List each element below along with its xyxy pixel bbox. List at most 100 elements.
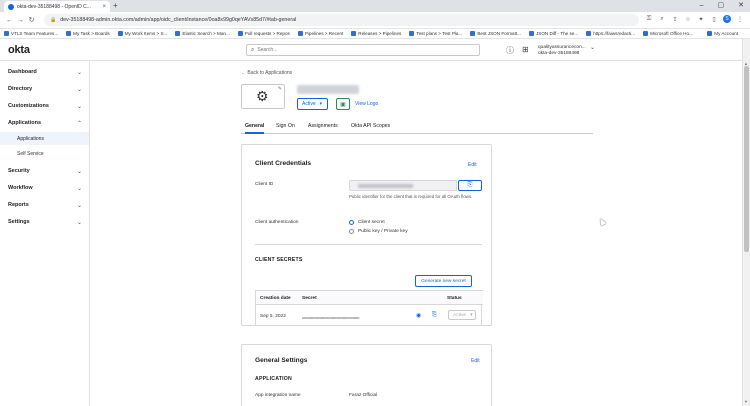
sidebar-item-reports[interactable]: Reports ⌄ — [0, 198, 89, 212]
okta-favicon-icon — [8, 3, 14, 10]
sidebar-subitem-applications[interactable]: Applications — [0, 132, 89, 145]
back-arrow-icon[interactable]: ← — [4, 17, 15, 24]
sidebar-item-security[interactable]: Security ⌄ — [0, 164, 89, 178]
bookmark-icon — [66, 31, 72, 36]
general-settings-title: General Settings — [255, 357, 308, 364]
client-id-blurred — [358, 184, 413, 188]
client-credentials-edit-link[interactable]: Edit — [468, 162, 477, 168]
search-input[interactable] — [257, 47, 458, 53]
copy-client-id-button[interactable]: ⎘ — [458, 180, 482, 191]
scroll-thumb[interactable] — [744, 66, 749, 252]
bookmark-item[interactable]: Best JSON Formatt... — [470, 31, 521, 36]
chevron-down-icon: ⌄ — [76, 103, 82, 110]
status-dropdown[interactable]: Active ▾ — [297, 98, 328, 110]
secret-status-dropdown[interactable]: Active ▾ — [448, 310, 476, 320]
help-icon[interactable]: ⓘ — [506, 45, 514, 56]
bookmarks-bar: VTLS Team Features... My Task > Boards M… — [0, 29, 750, 39]
bookmark-icon — [4, 31, 9, 36]
extensions-icon[interactable]: ✦ — [697, 16, 705, 23]
caret-down-icon: ▾ — [470, 312, 473, 318]
page-scrollbar[interactable]: ▲ ▼ — [742, 39, 750, 406]
key-icon[interactable]: ⚿ — [645, 16, 653, 23]
reload-icon[interactable]: ↻ — [26, 16, 37, 24]
clipboard-icon[interactable]: ⎘ — [432, 312, 437, 319]
new-tab-button[interactable]: + — [113, 1, 118, 11]
bookmark-icon — [409, 31, 415, 36]
bookmark-item[interactable]: https://faiwsredacti... — [586, 31, 635, 36]
chevron-down-icon: ⌄ — [76, 202, 82, 209]
sidebar-item-customizations[interactable]: Customizations ⌄ — [0, 99, 89, 113]
apps-grid-icon[interactable]: ⊞ — [522, 45, 529, 54]
chevron-down-icon: ⌄ — [76, 168, 82, 175]
app-integration-name-value: Faraz Official — [349, 393, 378, 398]
menu-kebab-icon[interactable]: ⋮ — [736, 16, 744, 23]
tab-okta-api-scopes[interactable]: Okta API Scopes — [351, 123, 390, 134]
tab-sign-on[interactable]: Sign On — [276, 123, 295, 134]
tab-assignments[interactable]: Assignments — [308, 123, 338, 134]
main-content: ← Back to Applications ⚙ ✎ Active ▾ ▣ Vi… — [91, 61, 742, 406]
bookmark-star-icon[interactable]: ☆ — [684, 16, 692, 23]
bookmark-my-account[interactable]: My Account — [707, 31, 738, 36]
zoom-icon[interactable]: ⌕ — [658, 16, 666, 23]
secret-creation-date: Sep 5, 2022 — [260, 314, 286, 319]
bookmark-item[interactable]: Releases > Pipelines — [351, 31, 401, 36]
eye-icon[interactable]: ◉ — [416, 312, 421, 319]
minimize-icon[interactable]: – — [700, 0, 704, 12]
chevron-down-icon: ⌄ — [76, 185, 82, 192]
close-tab-icon[interactable]: × — [102, 4, 106, 10]
bookmark-item[interactable]: Pull requests > Repos — [237, 31, 290, 36]
bookmark-item[interactable]: JSON Diff - The se... — [528, 31, 578, 36]
maximize-icon[interactable]: ▢ — [718, 0, 725, 12]
sidebar-item-directory[interactable]: Directory ⌄ — [0, 82, 89, 96]
bookmark-icon — [297, 31, 303, 36]
close-window-icon[interactable]: ✕ — [738, 0, 744, 12]
okta-header: okta ⌕ ⓘ ⊞ qualityassurancecon... okta-d… — [0, 39, 742, 61]
column-status: Status — [447, 296, 462, 301]
window-controls: – ▢ ✕ — [700, 0, 744, 12]
okta-logo[interactable]: okta — [8, 44, 30, 56]
generate-new-secret-button[interactable]: Generate new secret — [415, 275, 472, 287]
bookmark-item[interactable]: My Work Items > S... — [117, 31, 167, 36]
upload-logo-button[interactable]: ▣ — [336, 98, 350, 110]
bookmark-item[interactable]: Elastic Search > Man... — [175, 31, 230, 36]
client-credentials-title: Client Credentials — [255, 160, 312, 167]
chevron-down-icon: ⌄ — [76, 69, 82, 76]
search-icon: ⌕ — [251, 46, 255, 53]
bookmark-item[interactable]: Test plans > Test Pla... — [409, 31, 462, 36]
general-settings-card: General Settings Edit APPLICATION App in… — [241, 344, 492, 406]
bookmark-icon — [237, 31, 243, 36]
bookmark-item[interactable]: My Task > Boards — [66, 31, 110, 36]
sidebar-toggle-icon[interactable]: ▯ — [710, 16, 718, 23]
image-icon: ▣ — [340, 101, 346, 108]
general-settings-edit-link[interactable]: Edit — [471, 358, 480, 364]
tab-general[interactable]: General — [245, 123, 265, 134]
bookmark-item[interactable]: Pipelines > Recent — [297, 31, 343, 36]
bookmark-item[interactable]: VTLS Team Features... — [4, 31, 58, 36]
sidebar-item-settings[interactable]: Settings ⌄ — [0, 215, 89, 229]
view-logo-link[interactable]: View Logo — [355, 101, 378, 107]
caret-down-icon: ▾ — [319, 101, 323, 107]
scroll-down-icon[interactable]: ▼ — [744, 399, 748, 404]
pencil-icon[interactable]: ✎ — [278, 86, 282, 92]
radio-client-secret[interactable]: Client secret — [349, 220, 385, 225]
user-menu[interactable]: qualityassurancecon... okta-dev-35188498… — [538, 45, 595, 56]
share-icon[interactable]: ⇪ — [671, 16, 679, 23]
search-box[interactable]: ⌕ — [246, 44, 480, 56]
sidebar-subitem-self-service[interactable]: Self Service — [0, 147, 89, 160]
client-authentication-label: Client authentication — [255, 220, 299, 225]
back-to-applications-link[interactable]: ← Back to Applications — [241, 70, 292, 76]
client-secrets-table: Creation date Secret Status Sep 5, 2022 … — [255, 290, 483, 326]
forward-arrow-icon[interactable]: → — [15, 17, 26, 24]
client-id-field[interactable] — [349, 180, 457, 191]
radio-public-private-key[interactable]: Public key / Private key — [349, 229, 408, 234]
address-bar[interactable]: 🔒 dev-35188498-admin.okta.com/admin/app/… — [44, 14, 639, 26]
sidebar-item-workflow[interactable]: Workflow ⌄ — [0, 181, 89, 195]
bookmark-icon — [351, 31, 357, 36]
sidebar-item-applications[interactable]: Applications ⌃ — [0, 116, 89, 130]
bookmark-icon — [470, 31, 476, 36]
bookmark-item[interactable]: Microsoft Office Ho... — [643, 31, 693, 36]
sidebar-item-dashboard[interactable]: Dashboard ⌄ — [0, 65, 89, 79]
browser-tab[interactable]: okta-dev-35188498 - OpenID C... × — [4, 1, 110, 12]
chevron-down-icon: ⌄ — [76, 86, 82, 93]
profile-avatar[interactable]: S — [723, 15, 731, 23]
